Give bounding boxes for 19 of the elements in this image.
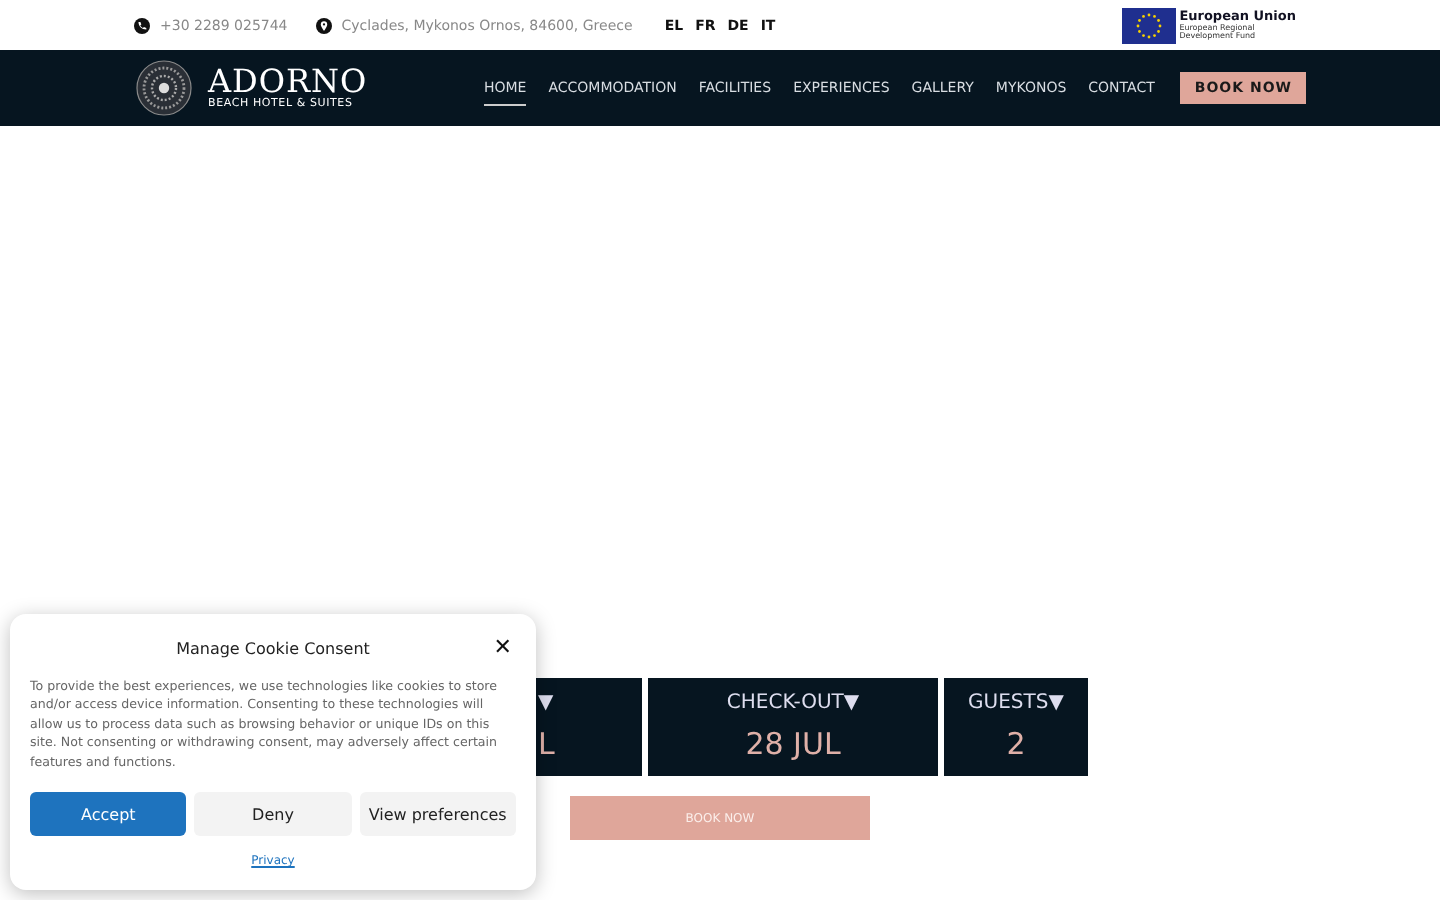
- consent-button[interactable]: Deny: [194, 792, 352, 837]
- field-value: 28 JUL: [745, 726, 841, 762]
- dialog-title: Manage Cookie Consent: [176, 639, 370, 657]
- booking-field[interactable]: GUESTS▼ 2: [944, 678, 1088, 776]
- field-label: GUESTS▼: [968, 692, 1064, 714]
- booking-field[interactable]: ▼ L: [536, 678, 642, 776]
- field-label: ▼: [538, 692, 554, 714]
- logo-icon[interactable]: [136, 60, 192, 116]
- field-label: CHECK-OUT▼: [726, 692, 860, 714]
- logo-name: ADORNO: [208, 66, 368, 98]
- accept-button[interactable]: Accept: [30, 792, 187, 837]
- phone-icon: [134, 17, 150, 33]
- field-value: 2: [1006, 726, 1026, 762]
- field-value: L: [538, 726, 555, 762]
- booking-field[interactable]: CHECK-OUT▼ 28 JUL: [648, 678, 938, 776]
- consent-button[interactable]: View preferences: [359, 792, 516, 837]
- eu-flag-icon: [1121, 7, 1176, 43]
- close-button[interactable]: ✕: [493, 634, 512, 662]
- location-pin-icon: [315, 17, 332, 33]
